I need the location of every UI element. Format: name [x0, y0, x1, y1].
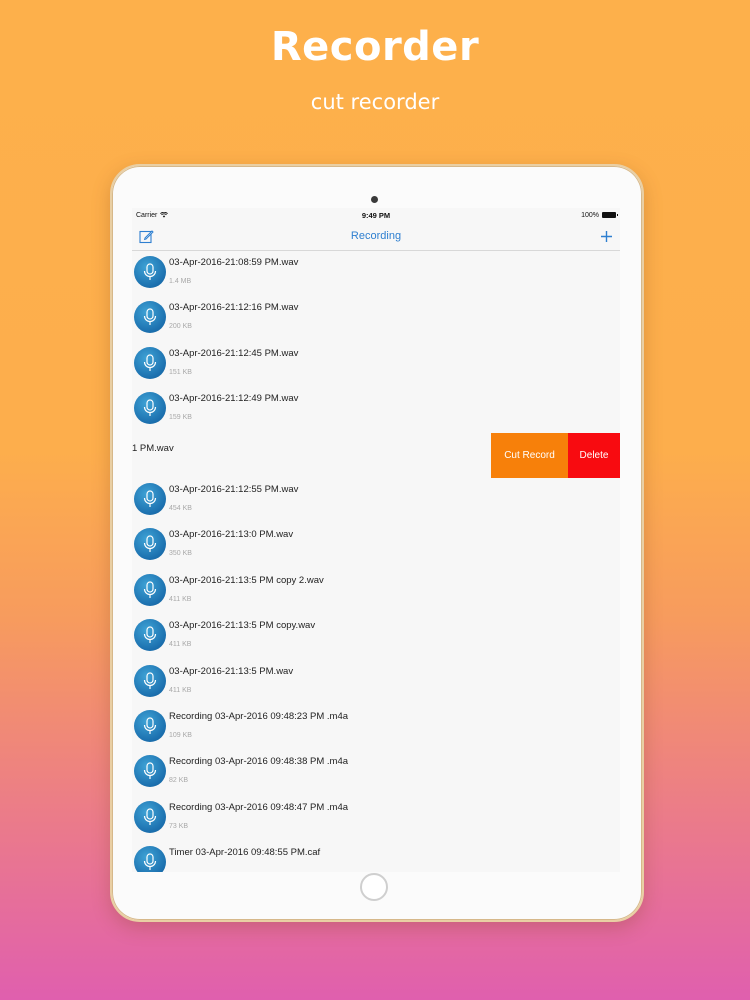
recordings-list: 03-Apr-2016-21:08:59 PM.wav 1.4 MB 03-Ap…	[132, 251, 620, 872]
microphone-icon	[134, 709, 166, 742]
microphone-icon	[134, 846, 166, 872]
microphone-icon	[134, 482, 166, 515]
recording-size: 73 KB	[169, 822, 189, 830]
recording-row[interactable]: 03-Apr-2016-21:08:59 PM.wav 1.4 MB	[132, 251, 620, 296]
microphone-icon	[134, 800, 166, 833]
microphone-icon	[134, 256, 166, 288]
recording-row[interactable]: Recording 03-Apr-2016 09:48:38 PM .m4a 8…	[132, 750, 620, 795]
wifi-icon	[160, 212, 169, 218]
plus-icon	[600, 230, 612, 242]
recording-row[interactable]: Timer 03-Apr-2016 09:48:55 PM.caf	[132, 841, 620, 872]
camera-dot	[371, 196, 378, 203]
microphone-icon	[134, 392, 166, 425]
recording-name: 03-Apr-2016-21:13:0 PM.wav	[169, 529, 294, 541]
cut-record-button[interactable]: Cut Record	[491, 432, 568, 478]
recording-size: 411 KB	[169, 595, 192, 603]
recording-name: Recording 03-Apr-2016 09:48:47 PM .m4a	[169, 801, 349, 813]
recording-name: Recording 03-Apr-2016 09:48:23 PM .m4a	[169, 710, 349, 722]
tablet-device: Carrier 9:49 PM 100% Recording 03-Apr-20…	[110, 164, 644, 922]
recording-size: 109 KB	[169, 731, 192, 739]
battery-icon	[602, 212, 618, 218]
microphone-icon	[134, 573, 166, 606]
recording-size: 454 KB	[169, 504, 192, 512]
swiped-row[interactable]: 1 PM.wav Cut Record Delete	[132, 432, 620, 478]
recording-name: 03-Apr-2016-21:13:5 PM copy.wav	[169, 620, 316, 632]
recording-name: 03-Apr-2016-21:12:49 PM.wav	[169, 393, 299, 405]
recording-row[interactable]: 03-Apr-2016-21:13:5 PM.wav 411 KB	[132, 660, 620, 705]
microphone-icon	[134, 619, 166, 652]
compose-icon	[138, 229, 154, 243]
recording-row[interactable]: 03-Apr-2016-21:12:49 PM.wav 159 KB	[132, 387, 620, 432]
home-button[interactable]	[360, 873, 388, 901]
nav-title: Recording	[350, 230, 402, 242]
recording-name: 03-Apr-2016-21:13:5 PM.wav	[169, 665, 294, 677]
recording-size: 350 KB	[169, 550, 192, 558]
recording-row[interactable]: 03-Apr-2016-21:13:5 PM copy.wav 411 KB	[132, 614, 620, 659]
compose-button[interactable]	[132, 222, 160, 250]
row-actions: Cut Record Delete	[491, 432, 620, 478]
recording-name: Timer 03-Apr-2016 09:48:55 PM.caf	[169, 847, 321, 859]
recording-name: 03-Apr-2016-21:12:16 PM.wav	[169, 302, 299, 314]
recording-size: 411 KB	[169, 686, 192, 694]
app-screen: Carrier 9:49 PM 100% Recording 03-Apr-20…	[132, 208, 620, 872]
recording-row[interactable]: 03-Apr-2016-21:12:55 PM.wav 454 KB	[132, 478, 620, 523]
recording-row[interactable]: 03-Apr-2016-21:12:45 PM.wav 151 KB	[132, 342, 620, 387]
microphone-icon	[134, 755, 166, 788]
recording-row[interactable]: 03-Apr-2016-21:12:16 PM.wav 200 KB	[132, 296, 620, 341]
recording-row[interactable]: 03-Apr-2016-21:13:5 PM copy 2.wav 411 KB	[132, 569, 620, 614]
recording-row[interactable]: Recording 03-Apr-2016 09:48:23 PM .m4a 1…	[132, 705, 620, 750]
recording-row[interactable]: 03-Apr-2016-21:13:0 PM.wav 350 KB	[132, 523, 620, 568]
recording-row[interactable]: Recording 03-Apr-2016 09:48:47 PM .m4a 7…	[132, 796, 620, 841]
recording-name: 03-Apr-2016-21:12:55 PM.wav	[169, 483, 299, 495]
navigation-bar: Recording	[132, 222, 620, 251]
promo-title: Recorder	[270, 24, 480, 70]
recording-size: 151 KB	[169, 368, 192, 376]
add-recording-button[interactable]	[592, 222, 620, 250]
swiped-row-name: 1 PM.wav	[132, 442, 174, 454]
recording-size: 200 KB	[169, 323, 192, 331]
status-time: 9:49 PM	[361, 210, 391, 220]
recording-size: 411 KB	[169, 641, 192, 649]
recording-name: Recording 03-Apr-2016 09:48:38 PM .m4a	[169, 756, 349, 768]
microphone-icon	[134, 346, 166, 379]
recording-size: 159 KB	[169, 414, 192, 422]
delete-button[interactable]: Delete	[568, 432, 620, 478]
recording-size: 82 KB	[169, 777, 189, 785]
promo-subtitle: cut recorder	[310, 90, 440, 114]
microphone-icon	[134, 301, 166, 334]
status-bar: Carrier 9:49 PM 100%	[132, 208, 620, 222]
recording-size: 1.4 MB	[169, 278, 192, 285]
recording-name: 03-Apr-2016-21:12:45 PM.wav	[169, 347, 299, 359]
microphone-icon	[134, 528, 166, 561]
battery-percent: 100%	[581, 211, 599, 219]
recording-name: 03-Apr-2016-21:13:5 PM copy 2.wav	[169, 574, 324, 586]
carrier-label: Carrier	[136, 211, 158, 219]
microphone-icon	[134, 664, 166, 697]
recording-name: 03-Apr-2016-21:08:59 PM.wav	[169, 257, 299, 268]
